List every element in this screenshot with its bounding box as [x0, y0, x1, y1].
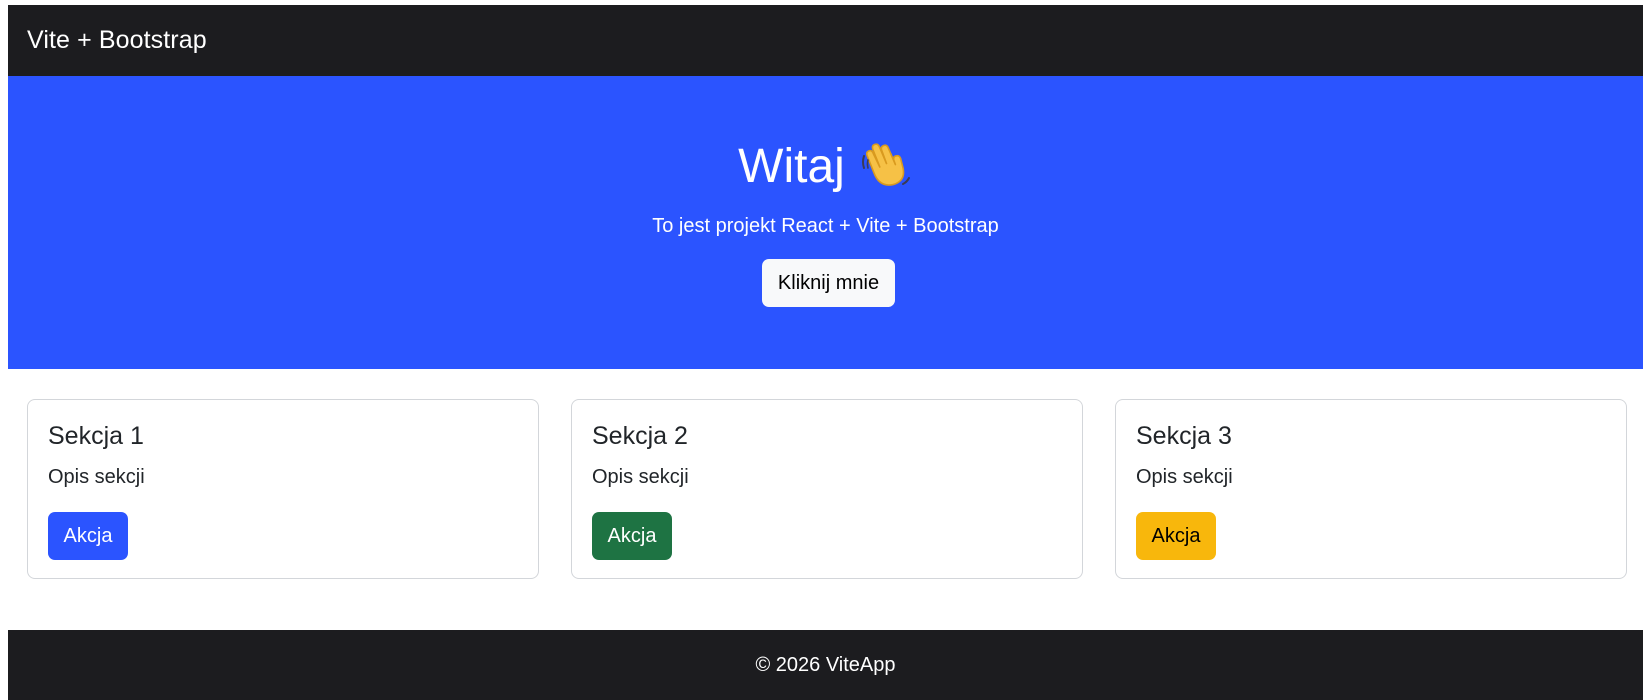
page: Vite + Bootstrap Witaj To jest projekt R…	[0, 0, 1652, 700]
click-me-button[interactable]: Kliknij mnie	[762, 259, 895, 307]
hero-title-row: Witaj	[8, 138, 1643, 196]
card-title: Sekcja 2	[592, 422, 688, 450]
section-card-3: Sekcja 3 Opis sekcji Akcja	[1115, 399, 1627, 579]
footer: © 2026 ViteApp	[8, 630, 1643, 700]
hero-subtitle: To jest projekt React + Vite + Bootstrap	[652, 215, 999, 237]
card-text: Opis sekcji	[48, 466, 145, 488]
card-text: Opis sekcji	[592, 466, 689, 488]
hero-title: Witaj	[738, 140, 845, 193]
card-title: Sekcja 1	[48, 422, 144, 450]
navbar: Vite + Bootstrap	[8, 5, 1643, 76]
card-action-button[interactable]: Akcja	[1136, 512, 1216, 560]
card-text: Opis sekcji	[1136, 466, 1233, 488]
app-frame: Vite + Bootstrap Witaj To jest projekt R…	[8, 5, 1643, 700]
section-card-1: Sekcja 1 Opis sekcji Akcja	[27, 399, 539, 579]
hero-section: Witaj To jest projekt React + Vite + Boo…	[8, 76, 1643, 369]
section-card-2: Sekcja 2 Opis sekcji Akcja	[571, 399, 1083, 579]
card-title: Sekcja 3	[1136, 422, 1232, 450]
card-action-button[interactable]: Akcja	[48, 512, 128, 560]
card-action-button[interactable]: Akcja	[592, 512, 672, 560]
waving-hand-icon	[859, 138, 913, 192]
footer-copyright: © 2026 ViteApp	[755, 654, 896, 676]
navbar-brand[interactable]: Vite + Bootstrap	[27, 26, 207, 55]
